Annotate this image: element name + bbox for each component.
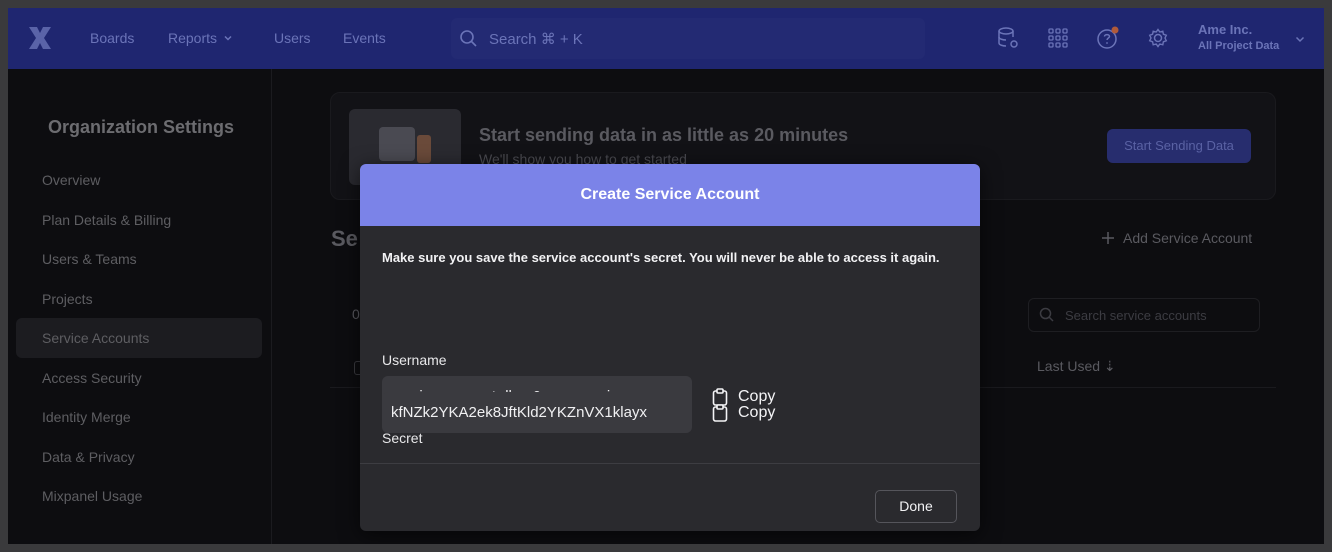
top-nav: Boards Reports Users Events Search ⌘ + K	[8, 8, 1324, 69]
search-placeholder: Search ⌘ + K	[489, 30, 583, 48]
account-count: 0	[352, 306, 360, 322]
add-service-account-button[interactable]: Add Service Account	[1101, 230, 1252, 246]
help-icon[interactable]	[1096, 26, 1120, 50]
column-last-used[interactable]: Last Used ⇣	[1037, 358, 1116, 375]
banner-title: Start sending data in as little as 20 mi…	[479, 125, 849, 145]
sidebar-item-data-privacy[interactable]: Data & Privacy	[16, 437, 262, 477]
clipboard-icon	[712, 403, 728, 422]
create-service-account-dialog: Create Service Account Make sure you sav…	[360, 164, 980, 531]
database-settings-icon[interactable]	[996, 26, 1020, 50]
apps-grid-icon[interactable]	[1046, 26, 1070, 50]
start-sending-data-button[interactable]: Start Sending Data	[1107, 129, 1251, 163]
settings-sidebar: Organization Settings Overview Plan Deta…	[8, 69, 272, 544]
global-search[interactable]: Search ⌘ + K	[451, 18, 925, 59]
search-icon	[1039, 307, 1054, 322]
org-switcher[interactable]: Ame Inc. All Project Data	[1198, 22, 1279, 52]
gear-icon[interactable]	[1146, 26, 1170, 50]
nav-users[interactable]: Users	[274, 30, 311, 46]
secret-warning: Make sure you save the service account's…	[382, 250, 940, 265]
done-button[interactable]: Done	[875, 490, 957, 523]
search-icon	[460, 29, 477, 47]
chevron-down-icon	[224, 35, 232, 41]
username-label: Username	[382, 352, 447, 368]
mixpanel-logo-icon[interactable]	[26, 24, 54, 52]
nav-boards[interactable]: Boards	[90, 30, 134, 46]
copy-secret-button[interactable]: Copy	[712, 392, 775, 433]
sidebar-item-mixpanel-usage[interactable]: Mixpanel Usage	[16, 476, 262, 516]
sidebar-item-service-accounts[interactable]: Service Accounts	[16, 318, 262, 358]
sidebar-item-plan-billing[interactable]: Plan Details & Billing	[16, 200, 262, 240]
sidebar-item-identity-merge[interactable]: Identity Merge	[16, 397, 262, 437]
plus-icon	[1102, 232, 1114, 244]
dialog-title: Create Service Account	[360, 164, 980, 226]
sidebar-item-users-teams[interactable]: Users & Teams	[16, 239, 262, 279]
nav-events[interactable]: Events	[343, 30, 386, 46]
app-window: Boards Reports Users Events Search ⌘ + K	[8, 8, 1324, 544]
sidebar-item-access-security[interactable]: Access Security	[16, 358, 262, 398]
nav-reports[interactable]: Reports	[168, 30, 233, 46]
secret-field[interactable]: kfNZk2YKA2ek8JftKld2YKZnVX1klayx	[382, 392, 692, 433]
org-name: Ame Inc.	[1198, 22, 1253, 37]
org-scope: All Project Data	[1198, 40, 1280, 52]
chevron-down-icon[interactable]	[1294, 33, 1306, 45]
sidebar-title: Organization Settings	[48, 117, 235, 137]
service-account-search[interactable]: Search service accounts	[1028, 298, 1260, 332]
sidebar-item-projects[interactable]: Projects	[16, 279, 262, 319]
page-title: Se	[331, 226, 358, 251]
sidebar-item-overview[interactable]: Overview	[16, 160, 262, 200]
